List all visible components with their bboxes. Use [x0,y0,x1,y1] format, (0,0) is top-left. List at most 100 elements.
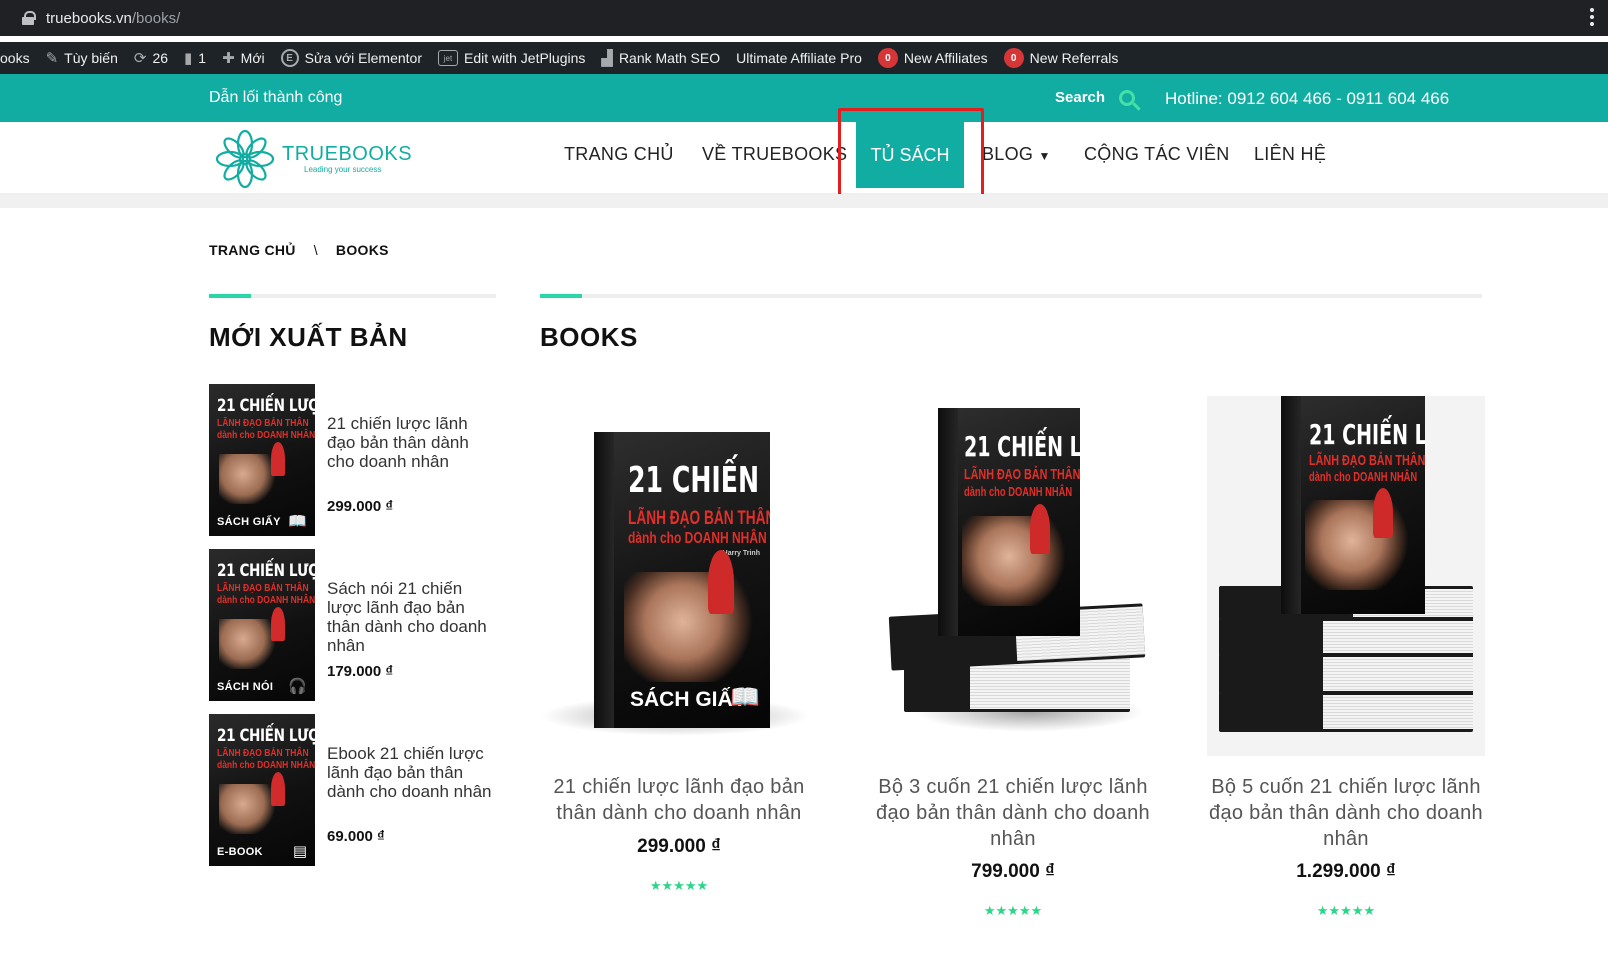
dart-illustration [271,772,285,806]
product-thumbnail[interactable]: 21 CHIẾN LƯỢC LÃNH ĐẠO BẢN THÂN dành cho… [209,549,315,701]
breadcrumb-home[interactable]: TRANG CHỦ [209,242,296,258]
admin-rankmath-link[interactable]: ▟ Rank Math SEO [593,42,728,74]
cover-title: 21 CHIẾN LƯỢC [964,430,1080,463]
nav-item-collaborator[interactable]: CỘNG TÁC VIÊN [1084,144,1230,165]
cover-format-label: SÁCH NÓI [217,681,274,693]
product-card[interactable]: 21 CHIẾN LƯỢC LÃNH ĐẠO BẢN THÂN dành cho… [874,396,1152,918]
book-cover: 21 CHIẾN LƯỢC LÃNH ĐẠO BẢN THÂN dành cho… [594,432,770,728]
book-stack-layer [1219,654,1473,694]
rating-stars: ★★★★★ [1316,903,1376,918]
search-label: Search [1055,89,1106,106]
admin-elementor-link[interactable]: E Sửa với Elementor [273,42,430,74]
hand-illustration [219,619,279,669]
hand-illustration [624,572,754,682]
product-image[interactable]: 21 CHIẾN LƯỢC LÃNH ĐẠO BẢN THÂN dành cho… [874,396,1152,756]
book-icon: 📖 [730,684,760,711]
cover-subtitle-2: dành cho DOANH NHÂN [1309,469,1418,484]
admin-site-name-label: ooks [0,50,30,66]
sidebar-product-title[interactable]: Ebook 21 chiến lược lãnh đạo bản thân dà… [327,744,499,801]
admin-updates-link[interactable]: ⟳ 26 [126,42,176,74]
sidebar-product-price: 69.000 ₫ [327,828,385,845]
new-affiliates-badge: 0 [877,48,898,68]
nav-item-home[interactable]: TRANG CHỦ [564,144,674,165]
elementor-icon: E [280,49,299,67]
cover-subtitle: LÃNH ĐẠO BẢN THÂN [217,748,309,759]
ebook-icon: ▤ [292,843,307,860]
admin-comments-link[interactable]: ▮ 1 [176,42,214,74]
admin-affiliate-label: Ultimate Affiliate Pro [736,50,862,66]
product-card[interactable]: 21 CHIẾN LƯỢC LÃNH ĐẠO BẢN THÂN dành cho… [1207,396,1485,918]
admin-affiliate-link[interactable]: Ultimate Affiliate Pro [728,42,870,74]
nav-item-contact[interactable]: LIÊN HỆ [1254,144,1326,165]
book-pages [1323,695,1473,729]
browser-menu-icon[interactable] [1590,8,1594,28]
sidebar-product-item[interactable]: 21 CHIẾN LƯỢC LÃNH ĐẠO BẢN THÂN dành cho… [209,384,499,536]
admin-new-affiliates-link[interactable]: 0 New Affiliates [870,42,996,74]
product-price: 299.000 ₫ [637,836,721,857]
cover-subtitle: LÃNH ĐẠO BẢN THÂN [217,418,309,429]
dart-illustration [708,550,734,614]
search-toggle[interactable]: Search [1055,89,1136,106]
search-icon[interactable] [1119,89,1136,106]
product-thumbnail[interactable]: 21 CHIẾN LƯỢC LÃNH ĐẠO BẢN THÂN dành cho… [209,384,315,536]
book-pages [1323,621,1473,653]
cover-subtitle-2: dành cho DOANH NHÂN [217,430,315,441]
heading-accent [209,294,251,298]
chevron-down-icon: ▼ [1038,149,1051,163]
product-title[interactable]: Bộ 5 cuốn 21 chiến lược lãnh đạo bản thâ… [1207,774,1485,852]
cover-format-label: E-BOOK [217,846,263,858]
book-icon: 📖 [288,513,307,530]
dart-illustration [271,442,285,476]
cover-title: 21 CHIẾN LƯỢC [217,561,315,581]
cover-title: 21 CHIẾN LƯỢC [1309,418,1425,451]
main-heading-line [540,294,1482,298]
admin-site-name[interactable]: ooks [0,42,38,74]
cover-title: 21 CHIẾN LƯỢC [628,460,770,501]
hand-illustration [962,516,1066,606]
product-card[interactable]: 21 CHIẾN LƯỢC LÃNH ĐẠO BẢN THÂN dành cho… [540,396,818,893]
sidebar-product-price: 179.000 ₫ [327,663,394,680]
main-title: BOOKS [540,322,638,352]
nav-item-bookshelf[interactable]: TỦ SÁCH [856,122,964,188]
sidebar-product-title[interactable]: 21 chiến lược lãnh đạo bản thân dành cho… [327,414,499,471]
breadcrumb-separator: \ [313,242,318,258]
new-referrals-badge: 0 [1003,48,1024,68]
product-price: 1.299.000 ₫ [1296,861,1396,882]
cover-title: 21 CHIẾN LƯỢC [217,396,315,416]
product-thumbnail[interactable]: 21 CHIẾN LƯỢC LÃNH ĐẠO BẢN THÂN dành cho… [209,714,315,866]
admin-new-link[interactable]: ✚ Mới [214,42,273,74]
browser-url-bar[interactable]: truebooks.vn/books/ [0,0,1608,36]
nav-item-bookshelf-label: TỦ SÁCH [870,144,950,165]
header-divider [0,194,1608,208]
admin-customize-link[interactable]: ✎ Tùy biến [38,42,126,74]
product-title[interactable]: 21 chiến lược lãnh đạo bản thân dành cho… [540,774,818,826]
url-domain: truebooks.vn [46,9,132,27]
sidebar-product-item[interactable]: 21 CHIẾN LƯỢC LÃNH ĐẠO BẢN THÂN dành cho… [209,714,499,866]
book-pages [1323,657,1473,691]
admin-new-referrals-link[interactable]: 0 New Referrals [996,42,1127,74]
nav-item-blog[interactable]: BLOG ▼ [982,144,1051,165]
rating-stars: ★★★★★ [983,903,1043,918]
hand-illustration [1305,500,1409,590]
admin-customize-label: Tùy biến [64,50,118,66]
cover-subtitle-2: dành cho DOANH NHÂN [964,484,1073,499]
cover-subtitle-2: dành cho DOANH NHÂN [217,595,315,606]
plus-icon: ✚ [222,50,235,67]
sidebar-product-title[interactable]: Sách nói 21 chiến lược lãnh đạo bản thân… [327,579,499,655]
hand-illustration [219,454,279,504]
product-title[interactable]: Bộ 3 cuốn 21 chiến lược lãnh đạo bản thâ… [874,774,1152,852]
product-image[interactable]: 21 CHIẾN LƯỢC LÃNH ĐẠO BẢN THÂN dành cho… [1207,396,1485,756]
dart-illustration [1373,488,1393,538]
rankmath-icon: ▟ [601,50,613,67]
admin-comments-count: 1 [198,50,207,66]
comment-icon: ▮ [184,50,193,67]
nav-item-about[interactable]: VỀ TRUEBOOKS [702,144,847,165]
product-image[interactable]: 21 CHIẾN LƯỢC LÃNH ĐẠO BẢN THÂN dành cho… [540,396,818,756]
admin-jetplugins-link[interactable]: jet Edit with JetPlugins [430,42,593,74]
top-info-bar: Dẫn lối thành công Search Hotline: 0912 … [0,74,1608,122]
sidebar-product-item[interactable]: 21 CHIẾN LƯỢC LÃNH ĐẠO BẢN THÂN dành cho… [209,549,499,701]
admin-jetplugins-label: Edit with JetPlugins [463,50,586,66]
heading-accent [540,294,582,298]
product-price: 799.000 ₫ [971,861,1055,882]
book-cover: 21 CHIẾN LƯỢC LÃNH ĐẠO BẢN THÂN dành cho… [938,408,1080,636]
